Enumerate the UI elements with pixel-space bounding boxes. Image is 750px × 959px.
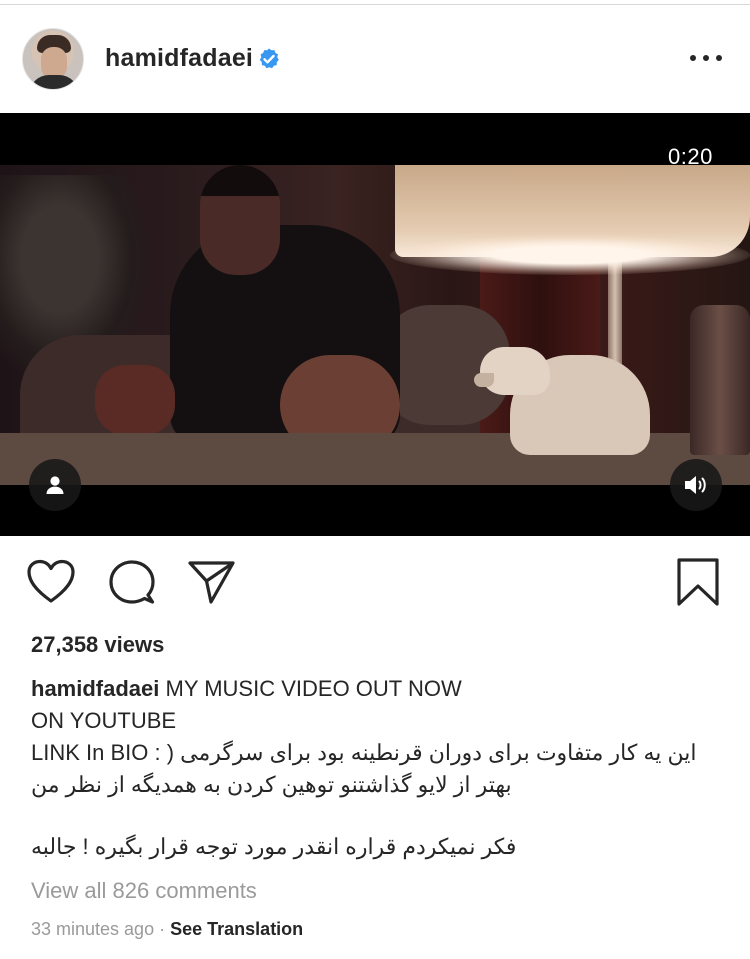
comment-button[interactable] xyxy=(105,555,159,609)
caption-gap xyxy=(31,801,731,831)
man-head xyxy=(200,165,280,275)
view-all-comments-link[interactable]: View all 826 comments xyxy=(31,878,257,904)
person-icon xyxy=(46,476,64,494)
caption-username[interactable]: hamidfadaei xyxy=(31,676,159,701)
caption-line: ON YOUTUBE xyxy=(31,708,177,733)
eagle-statue-head xyxy=(480,347,550,395)
post-username[interactable]: hamidfadaei xyxy=(105,44,253,73)
caption-line: hamidfadaei MY MUSIC VIDEO OUT NOW xyxy=(31,673,731,705)
more-dot xyxy=(716,55,722,61)
post-caption: hamidfadaei MY MUSIC VIDEO OUT NOW ON YO… xyxy=(31,673,731,863)
bottle xyxy=(690,305,750,455)
view-count[interactable]: 27,358 views xyxy=(31,632,164,658)
speaker-icon xyxy=(685,476,706,494)
post-footer: 33 minutes ago · See Translation xyxy=(31,919,303,940)
post-header: hamidfadaei xyxy=(0,22,750,98)
eagle-statue-beak xyxy=(474,373,494,387)
more-dot xyxy=(703,55,709,61)
top-divider xyxy=(0,4,750,5)
share-button[interactable] xyxy=(184,555,238,609)
heart-icon xyxy=(27,559,75,603)
avatar[interactable] xyxy=(22,28,84,90)
caption-line: فکر نمیکردم قراره انقدر مورد توجه قرار ب… xyxy=(31,834,517,859)
post-timestamp: 33 minutes ago xyxy=(31,919,155,939)
comment-bubble-icon xyxy=(109,560,155,604)
post-actions xyxy=(0,555,750,615)
save-button[interactable] xyxy=(671,555,725,609)
bookmark-icon xyxy=(677,558,719,606)
video-frame xyxy=(0,165,750,485)
footer-separator: · xyxy=(159,919,166,939)
paper-plane-icon xyxy=(188,561,235,604)
see-translation-link[interactable]: See Translation xyxy=(170,919,303,939)
tagged-users-button[interactable] xyxy=(29,459,81,511)
man-hand xyxy=(95,365,175,435)
sound-toggle-button[interactable] xyxy=(670,459,722,511)
caption-line: بهتر از لایو گذاشتنو توهین کردن به همدیگ… xyxy=(31,772,512,797)
verified-badge-icon xyxy=(259,48,279,69)
video-player[interactable]: 0:20 xyxy=(0,113,750,536)
lamp-glow xyxy=(390,235,750,275)
more-dot xyxy=(690,55,696,61)
like-button[interactable] xyxy=(24,555,78,609)
caption-text: MY MUSIC VIDEO OUT NOW xyxy=(165,676,462,701)
avatar-shirt xyxy=(29,75,79,89)
video-timer: 0:20 xyxy=(668,144,713,169)
more-horizontal-icon[interactable] xyxy=(690,52,722,64)
caption-line: این یه کار متفاوت برای دوران قرنطینه بود… xyxy=(31,740,697,765)
